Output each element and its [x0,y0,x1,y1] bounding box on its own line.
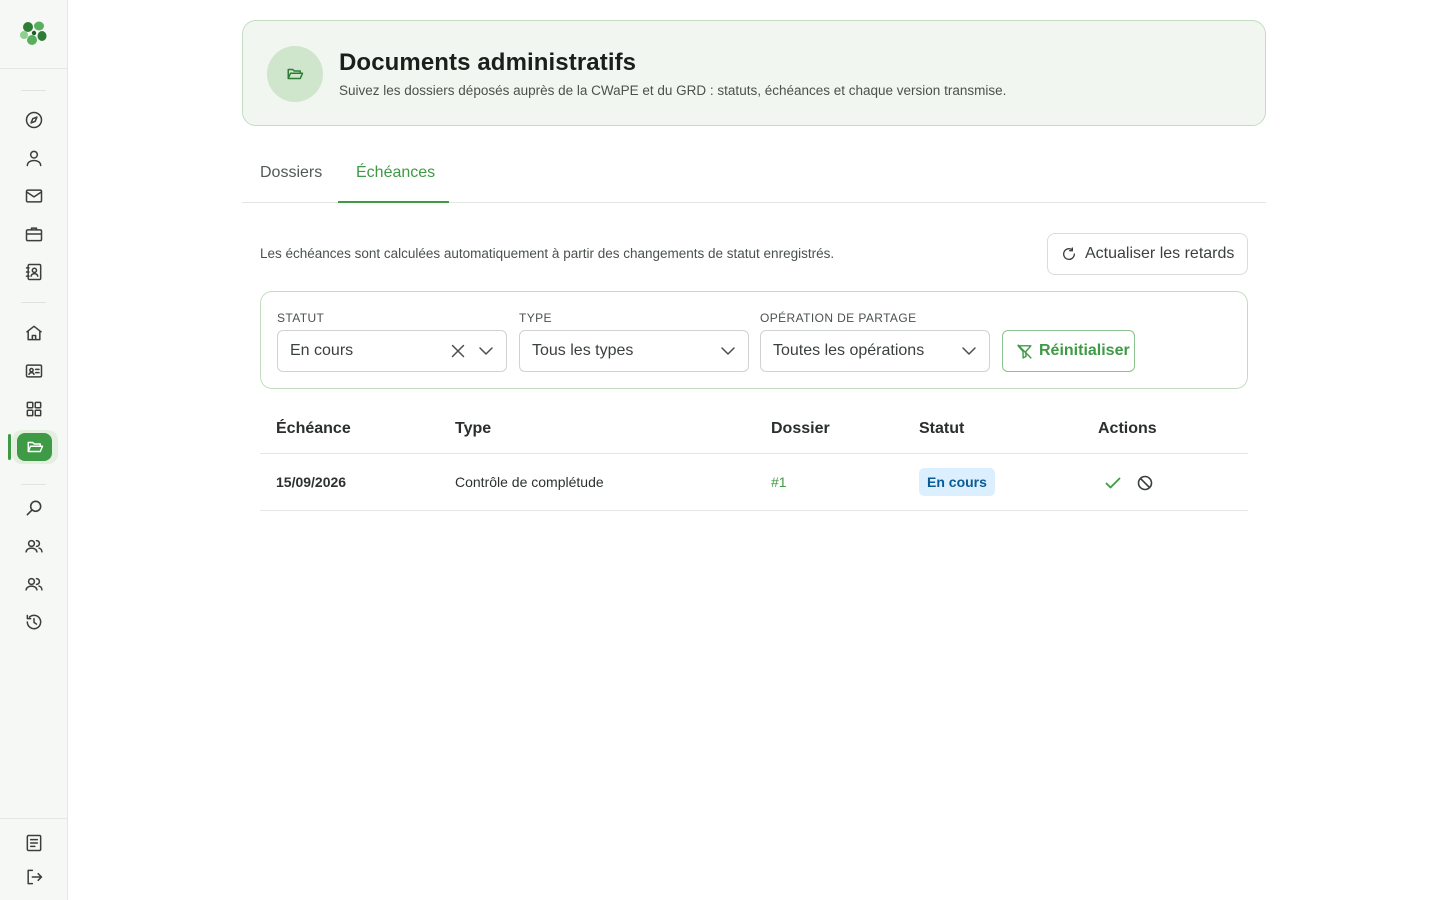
page-subtitle: Suivez les dossiers déposés auprès de la… [339,83,1007,98]
dossier-link[interactable]: #1 [771,474,787,490]
deadline-date: 15/09/2026 [276,474,347,490]
user-icon[interactable] [22,146,46,170]
tab-bar: Dossiers Échéances [242,150,1266,203]
search-icon[interactable] [22,496,46,520]
table-header: Échéance Type Dossier Statut Actions [260,405,1248,454]
chevron-down-icon[interactable] [720,343,736,359]
column-header-actions: Actions [1098,420,1157,437]
history-icon[interactable] [22,610,46,634]
contact-card-icon[interactable] [22,260,46,284]
folder-open-icon[interactable] [17,433,52,461]
users-group-icon[interactable] [22,572,46,596]
compass-icon[interactable] [22,108,46,132]
tab-echeances[interactable]: Échéances [356,164,435,182]
operation-filter-label: Opération de partage [760,311,917,325]
refresh-delays-label: Actualiser les retards [1085,245,1235,262]
deadlines-table: Échéance Type Dossier Statut Actions 15/… [260,405,1248,511]
sidebar-divider [21,484,46,485]
sidebar-divider [21,90,46,91]
logout-icon[interactable] [22,865,46,889]
document-icon[interactable] [22,831,46,855]
status-filter-select[interactable]: En cours [277,330,507,372]
column-header-type[interactable]: Type [455,420,491,438]
check-icon[interactable] [1104,474,1122,492]
operation-filter-select[interactable]: Toutes les opérations [760,330,990,372]
operation-filter-value: Toutes les opérations [773,342,925,359]
page-header: Documents administratifs Suivez les doss… [242,20,1266,126]
column-header-deadline[interactable]: Échéance [276,420,351,438]
sidebar-separator [0,818,67,819]
filter-panel: Statut En cours Type Tous les types Opér… [260,291,1248,389]
reset-filters-label: Réinitialiser [1039,342,1130,359]
mail-icon[interactable] [22,184,46,208]
column-header-dossier[interactable]: Dossier [771,420,830,438]
deadline-type: Contrôle de complétude [455,474,604,490]
info-text: Les échéances sont calculées automatique… [260,246,835,261]
type-filter-value: Tous les types [532,342,634,359]
status-filter-value: En cours [290,342,354,359]
status-badge: En cours [919,468,995,496]
status-filter-label: Statut [277,311,325,325]
type-filter-select[interactable]: Tous les types [519,330,749,372]
grid-icon[interactable] [22,397,46,421]
type-filter-label: Type [519,311,552,325]
chevron-down-icon[interactable] [961,343,977,359]
briefcase-icon[interactable] [22,222,46,246]
cancel-icon[interactable] [1136,474,1154,492]
filter-reset-icon [1016,343,1033,360]
clear-icon[interactable] [450,343,466,359]
folder-open-icon [267,46,323,102]
refresh-delays-button[interactable]: Actualiser les retards [1047,233,1248,275]
id-card-icon[interactable] [22,359,46,383]
table-row: 15/09/2026 Contrôle de complétude #1 En … [260,454,1248,511]
reset-filters-button[interactable]: Réinitialiser [1002,330,1135,372]
active-tab-indicator [338,201,449,203]
chevron-down-icon[interactable] [478,343,494,359]
app-logo[interactable] [18,18,50,50]
sidebar-divider [21,302,46,303]
column-header-status[interactable]: Statut [919,420,964,438]
tab-dossiers[interactable]: Dossiers [260,164,322,182]
sidebar [0,0,68,900]
users-icon[interactable] [22,534,46,558]
active-nav-indicator [8,434,11,460]
home-icon[interactable] [22,321,46,345]
refresh-icon [1061,246,1077,262]
sidebar-separator [0,68,67,69]
page-title: Documents administratifs [339,49,637,76]
